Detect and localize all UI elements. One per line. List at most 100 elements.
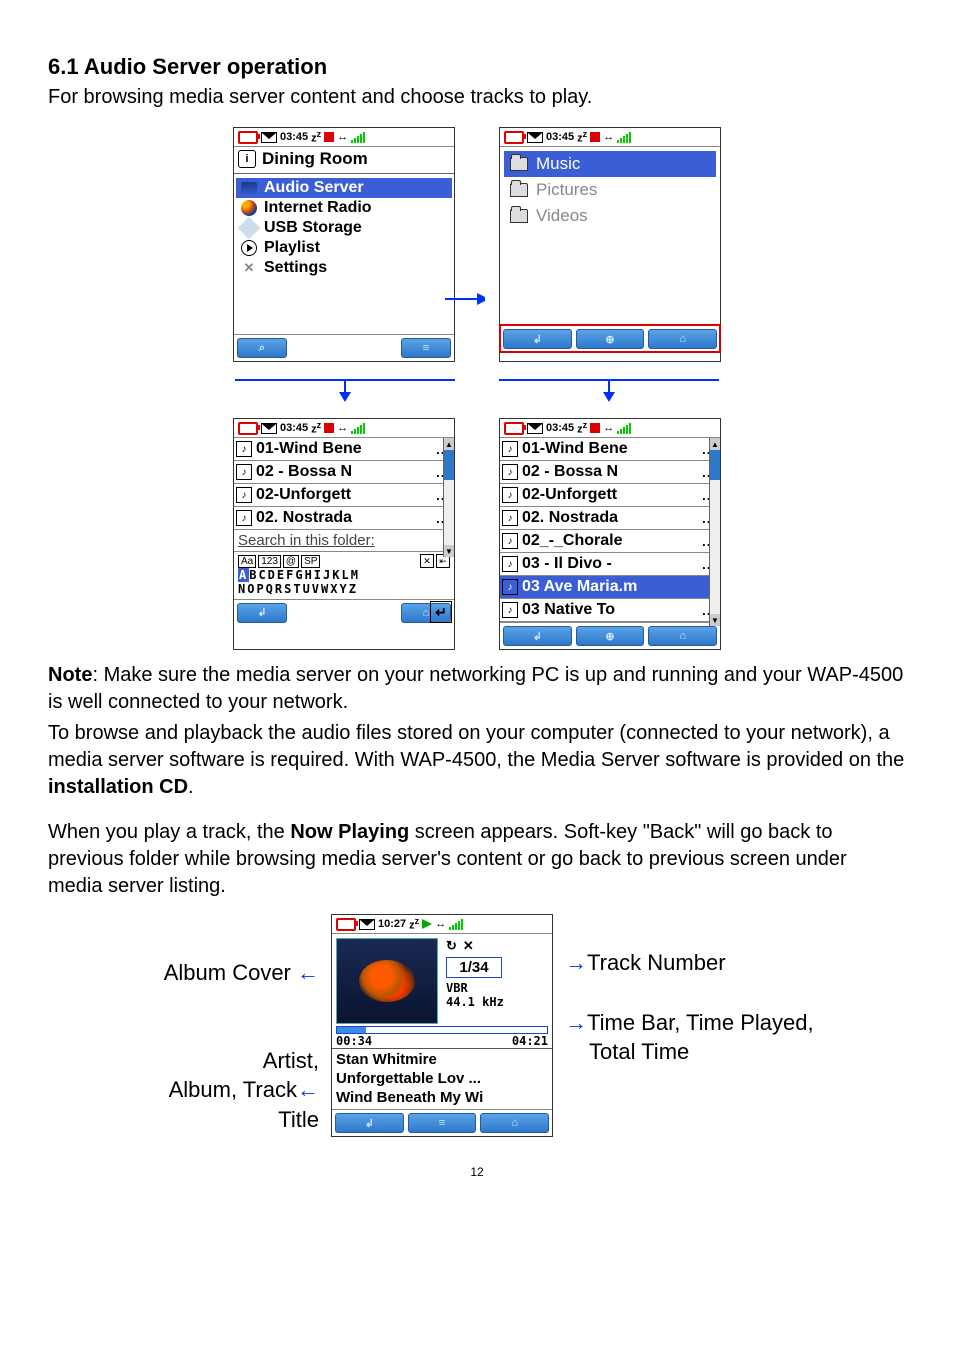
arrow-right-icon: →: [565, 1010, 587, 1035]
sleep-icon: zz: [577, 129, 587, 145]
kbd-mode-space[interactable]: SP: [301, 555, 320, 568]
kbd-mode-alpha[interactable]: Aa: [238, 555, 256, 568]
scroll-down-icon[interactable]: ▼: [444, 545, 454, 557]
mail-icon: [261, 423, 277, 434]
now-playing-info: Stan Whitmire Unforgettable Lov ... Wind…: [332, 1048, 552, 1109]
time-total: 04:21: [512, 1034, 548, 1048]
scroll-up-icon[interactable]: ▲: [444, 438, 454, 450]
mail-icon: [261, 132, 277, 143]
track-title: 01-Wind Bene: [256, 440, 362, 458]
track-title: 02. Nostrada: [522, 509, 618, 527]
softkey-home[interactable]: ⌂: [648, 329, 717, 349]
music-note-icon: ♪: [236, 510, 252, 526]
np-title: Wind Beneath My Wi: [336, 1089, 548, 1108]
track-row[interactable]: ♪03 Native To...: [500, 599, 720, 622]
softkey-back[interactable]: ↲: [503, 626, 572, 646]
scroll-thumb[interactable]: [444, 450, 454, 480]
track-row[interactable]: ♪02-Unforgett...: [234, 484, 454, 507]
menu-item-audio-server[interactable]: Audio Server: [236, 178, 452, 198]
track-row[interactable]: ♪02_-_Chorale...: [500, 530, 720, 553]
music-note-icon: ♪: [502, 487, 518, 503]
music-note-icon: ♪: [236, 487, 252, 503]
softkey-back[interactable]: ↲: [335, 1113, 404, 1133]
track-row[interactable]: ♪03 Ave Maria.m: [500, 576, 720, 599]
section-heading: 6.1 Audio Server operation: [48, 54, 906, 80]
arrow-left-icon: ←: [297, 1077, 319, 1102]
sync-icon: ↔: [603, 422, 614, 434]
album-cover: [336, 938, 438, 1024]
kbd-clear-icon[interactable]: ✕: [420, 554, 434, 568]
category-music[interactable]: Music: [504, 151, 716, 177]
scrollbar[interactable]: ▲ ▼: [709, 438, 720, 626]
installation-cd-label: installation CD: [48, 776, 188, 798]
now-playing-figure: Album Cover ← Artist, Album, Track← Titl…: [48, 914, 906, 1137]
kbd-mode-numeric[interactable]: 123: [258, 555, 281, 568]
scroll-thumb[interactable]: [710, 450, 720, 480]
track-row[interactable]: ♪01-Wind Bene...: [500, 438, 720, 461]
softkey-list[interactable]: ≡: [408, 1113, 477, 1133]
sleep-icon: zz: [311, 129, 321, 145]
status-time: 03:45: [546, 131, 574, 143]
kbd-enter-icon[interactable]: ↵: [430, 601, 452, 623]
category-label: Videos: [536, 206, 588, 226]
softkey-back[interactable]: ↲: [503, 329, 572, 349]
softkey-home[interactable]: ⌂: [480, 1113, 549, 1133]
stop-icon: [590, 132, 600, 142]
music-note-icon: ♪: [502, 579, 518, 595]
menu-item-usb-storage[interactable]: USB Storage: [236, 218, 452, 238]
folder-icon: [510, 157, 528, 171]
kbd-letters-row1[interactable]: ABCDEFGHIJKLM: [238, 568, 450, 582]
softkey-plus[interactable]: ⊕: [576, 626, 645, 646]
menu-label: Audio Server: [264, 179, 364, 197]
status-time: 03:45: [280, 422, 308, 434]
screen-categories: 03:45 zz ↔ Music Pictures Videos ↲ ⊕ ⌂: [499, 127, 721, 362]
room-header: i Dining Room: [234, 147, 454, 174]
kbd-key-a[interactable]: A: [238, 568, 249, 582]
kbd-mode-symbol[interactable]: @: [283, 555, 299, 568]
onscreen-keyboard[interactable]: Aa 123 @ SP ✕ ⇤ ABCDEFGHIJKLM NOPQRSTUVW…: [234, 552, 454, 599]
status-bar: 03:45 zz ↔: [234, 419, 454, 438]
track-row[interactable]: ♪02 - Bossa N...: [234, 461, 454, 484]
menu-item-settings[interactable]: ✕ Settings: [236, 258, 452, 278]
music-note-icon: ♪: [236, 464, 252, 480]
track-title: 02_-_Chorale: [522, 532, 623, 550]
track-row[interactable]: ♪03 - Il Divo -...: [500, 553, 720, 576]
now-playing-top: ↻ ✕ 1/34 VBR 44.1 kHz: [332, 934, 552, 1026]
signal-icon: [351, 132, 365, 143]
softkey-home[interactable]: ⌂: [648, 626, 717, 646]
flow-arrow-down-icon: [499, 374, 719, 402]
menu-item-internet-radio[interactable]: Internet Radio: [236, 198, 452, 218]
status-bar: 03:45 zz ↔: [234, 128, 454, 147]
track-list: ♪01-Wind Bene... ♪02 - Bossa N... ♪02-Un…: [500, 438, 720, 622]
scrollbar[interactable]: ▲ ▼: [443, 438, 454, 557]
sync-icon: ↔: [435, 918, 446, 930]
info-icon: i: [238, 150, 256, 168]
track-row[interactable]: ♪01-Wind Bene...: [234, 438, 454, 461]
softkey-plus[interactable]: ⊕: [576, 329, 645, 349]
menu-item-playlist[interactable]: Playlist: [236, 238, 452, 258]
track-row[interactable]: ♪02. Nostrada...: [500, 507, 720, 530]
music-note-icon: ♪: [502, 464, 518, 480]
globe-icon: [240, 200, 258, 216]
track-row[interactable]: ♪02. Nostrada...: [234, 507, 454, 530]
softkey-search[interactable]: ⌕: [237, 338, 287, 358]
folder-icon: [510, 209, 528, 223]
category-pictures[interactable]: Pictures: [504, 177, 716, 203]
room-name: Dining Room: [262, 149, 368, 169]
track-row[interactable]: ♪02 - Bossa N...: [500, 461, 720, 484]
softkey-bar: ↲ ⌂: [234, 599, 454, 626]
sync-icon: ↔: [603, 131, 614, 143]
scroll-down-icon[interactable]: ▼: [710, 614, 720, 626]
scroll-up-icon[interactable]: ▲: [710, 438, 720, 450]
softkey-list[interactable]: ≡: [401, 338, 451, 358]
np-artist: Stan Whitmire: [336, 1051, 548, 1070]
now-playing-meta: ↻ ✕ 1/34 VBR 44.1 kHz: [446, 938, 504, 1024]
music-note-icon: ♪: [502, 510, 518, 526]
flow-arrows-down: [48, 374, 906, 402]
play-icon: [422, 919, 432, 929]
softkey-back[interactable]: ↲: [237, 603, 287, 623]
kbd-letters-row2[interactable]: NOPQRSTUVWXYZ: [238, 582, 450, 596]
category-videos[interactable]: Videos: [504, 203, 716, 229]
time-progress-bar[interactable]: [336, 1026, 548, 1034]
track-row[interactable]: ♪02-Unforgett...: [500, 484, 720, 507]
